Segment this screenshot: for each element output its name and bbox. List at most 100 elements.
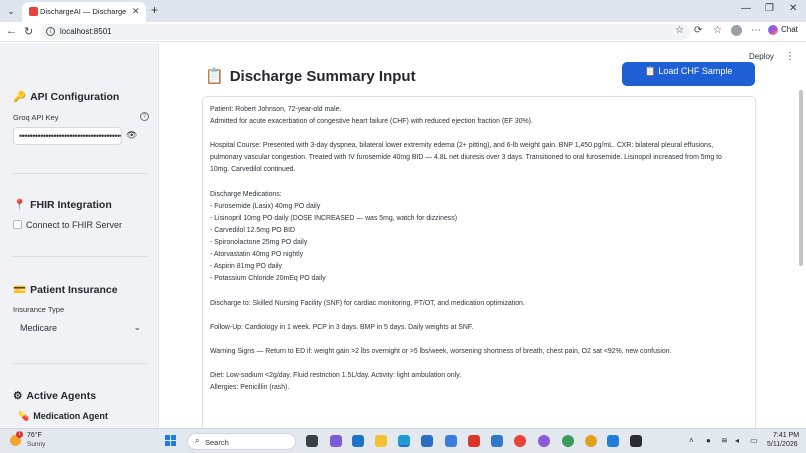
show-password-eye-icon[interactable]: 👁	[126, 130, 137, 141]
summary-line	[210, 334, 748, 346]
minimize-icon[interactable]: —	[741, 3, 751, 14]
chrome-icon[interactable]	[514, 435, 526, 447]
summary-line: Follow-Up: Cardiology in 1 week. PCP in …	[210, 323, 474, 331]
fhir-heading: 📍 FHIR Integration	[13, 198, 112, 211]
battery-icon[interactable]: ▭	[750, 436, 758, 445]
tab-list-chevron-icon[interactable]: ⌄	[4, 4, 18, 18]
reload-icon[interactable]: ↻	[24, 25, 33, 38]
chrome-profile-icon[interactable]	[585, 435, 597, 447]
terminal-icon[interactable]	[630, 435, 642, 447]
volume-icon[interactable]: ◂	[735, 436, 739, 445]
snipping-tool-icon[interactable]	[468, 435, 480, 447]
medication-agent-item: 💊 Medication Agent	[18, 411, 108, 422]
profile-avatar[interactable]	[731, 25, 742, 36]
insurance-title: Patient Insurance	[30, 284, 118, 296]
fhir-checkbox-label[interactable]: Connect to FHIR Server	[26, 220, 122, 230]
streamlit-app: 🔑 API Configuration Groq API Key ? ••••••…	[0, 43, 806, 428]
edge-browser-icon[interactable]	[398, 435, 410, 447]
insurance-heading: 💳 Patient Insurance	[13, 283, 118, 296]
chat-label: Chat	[781, 25, 798, 35]
summary-line: - Potassium Chloride 20mEq PO daily	[210, 275, 326, 283]
calculator-icon[interactable]	[491, 435, 503, 447]
insurance-type-select[interactable]: Medicare ⌄	[13, 319, 147, 337]
taskbar-search[interactable]: ⌕ Search	[187, 433, 296, 450]
pin-icon: 📍	[13, 199, 27, 211]
summary-line: - Aspirin 81mg PO daily	[210, 263, 282, 271]
clock-time[interactable]: 7:41 PM	[773, 432, 799, 439]
vscode-icon[interactable]	[607, 435, 619, 447]
summary-line	[210, 128, 748, 140]
sidebar: 🔑 API Configuration Groq API Key ? ••••••…	[0, 43, 159, 428]
summary-line	[210, 310, 748, 322]
active-agents-heading: ⚙ Active Agents	[13, 390, 96, 402]
deploy-button[interactable]: Deploy	[749, 52, 774, 61]
clock-date[interactable]: 5/11/2026	[767, 441, 798, 448]
store-icon[interactable]	[421, 435, 433, 447]
favorites-icon[interactable]: ☆	[713, 25, 722, 36]
gear-icon: ⚙	[13, 390, 23, 402]
more-vertical-icon[interactable]: ⋮	[785, 51, 795, 62]
bookmark-star-icon[interactable]: ☆	[675, 25, 684, 36]
medication-agent-label: Medication Agent	[33, 411, 108, 421]
outlook-icon[interactable]	[352, 435, 364, 447]
summary-line	[210, 358, 748, 370]
tab-close-icon[interactable]: ✕	[132, 6, 140, 17]
chrome-profile-icon[interactable]	[538, 435, 550, 447]
new-tab-plus-icon[interactable]: +	[151, 3, 158, 17]
page-scrollbar[interactable]	[799, 90, 803, 266]
summary-line: Warning Signs — Return to ED if: weight …	[210, 347, 672, 355]
taskbar: 1 76°F Sunny ⌕ Search ˄ ● ≋ ◂ ▭ 7:41 PM …	[0, 428, 806, 453]
maximize-icon[interactable]: ❐	[765, 3, 774, 14]
copilot-icon	[768, 25, 778, 35]
summary-line	[210, 285, 748, 297]
summary-line: 10mg. Carvedilol continued.	[210, 166, 296, 174]
file-explorer-icon[interactable]	[375, 435, 387, 447]
url-text: localhost:8501	[60, 27, 112, 36]
back-arrow-icon[interactable]: ←	[6, 25, 17, 37]
help-icon[interactable]: ?	[140, 112, 149, 121]
browser-toolbar: ← ↻ i localhost:8501 ☆ ⟳ ☆	[0, 22, 806, 42]
page-title: 📋 Discharge Summary Input	[205, 67, 416, 86]
address-bar[interactable]: i localhost:8501 ☆	[40, 24, 690, 40]
fhir-title: FHIR Integration	[30, 199, 112, 211]
summary-line: - Carvedilol 12.5mg PO BID	[210, 226, 296, 234]
credit-card-icon: 💳	[13, 284, 27, 296]
chat-button[interactable]: Chat	[768, 25, 798, 35]
copilot-app-icon[interactable]	[330, 435, 342, 447]
insurance-type-value: Medicare	[20, 323, 58, 333]
browser-window: ⌄ DischargeAI — Discharge Planning ✕ + —…	[0, 0, 806, 428]
window-close-icon[interactable]: ✕	[789, 3, 797, 14]
refresh-extension-icon[interactable]: ⟳	[694, 25, 702, 36]
summary-line: - Furosemide (Lasix) 40mg PO daily	[210, 202, 321, 210]
summary-line: - Spironolactone 25mg PO daily	[210, 239, 308, 247]
tray-app-icon[interactable]: ●	[706, 436, 711, 445]
phone-link-icon[interactable]	[445, 435, 457, 447]
weather-temperature[interactable]: 76°F	[27, 432, 42, 439]
weather-condition[interactable]: Sunny	[27, 441, 45, 448]
browser-menu-icon[interactable]: ⋯	[751, 25, 761, 36]
site-info-icon[interactable]: i	[46, 27, 55, 36]
clipboard-icon: 📋	[644, 66, 656, 76]
clipboard-icon: 📋	[205, 68, 224, 85]
tab-strip: ⌄ DischargeAI — Discharge Planning ✕ + —…	[0, 0, 806, 22]
active-agents-title: Active Agents	[26, 390, 97, 402]
page-title-text: Discharge Summary Input	[229, 68, 416, 85]
chrome-profile-icon[interactable]	[562, 435, 574, 447]
divider	[13, 363, 147, 364]
discharge-summary-textarea[interactable]: Patient: Robert Johnson, 72-year-old mal…	[202, 96, 756, 428]
api-key-label: Groq API Key	[13, 113, 59, 122]
chevron-down-icon: ⌄	[133, 322, 141, 332]
summary-line: Allergies: Penicillin (rash).	[210, 384, 290, 392]
tab-active[interactable]: DischargeAI — Discharge Planning ✕	[22, 2, 146, 22]
divider	[13, 256, 147, 257]
fhir-checkbox[interactable]	[13, 220, 22, 229]
wifi-icon[interactable]: ≋	[721, 436, 728, 445]
key-icon: 🔑	[13, 91, 27, 103]
tray-chevron-up-icon[interactable]: ˄	[689, 436, 694, 445]
summary-line: - Atorvastatin 40mg PO nightly	[210, 251, 304, 259]
load-chf-sample-button[interactable]: 📋 Load CHF Sample	[622, 62, 755, 86]
windows-start-icon[interactable]	[165, 435, 177, 447]
search-icon: ⌕	[195, 436, 200, 445]
api-key-input[interactable]: •••••••••••••••••••••••••••••••••••••••	[13, 127, 122, 145]
task-view-icon[interactable]	[306, 435, 318, 447]
